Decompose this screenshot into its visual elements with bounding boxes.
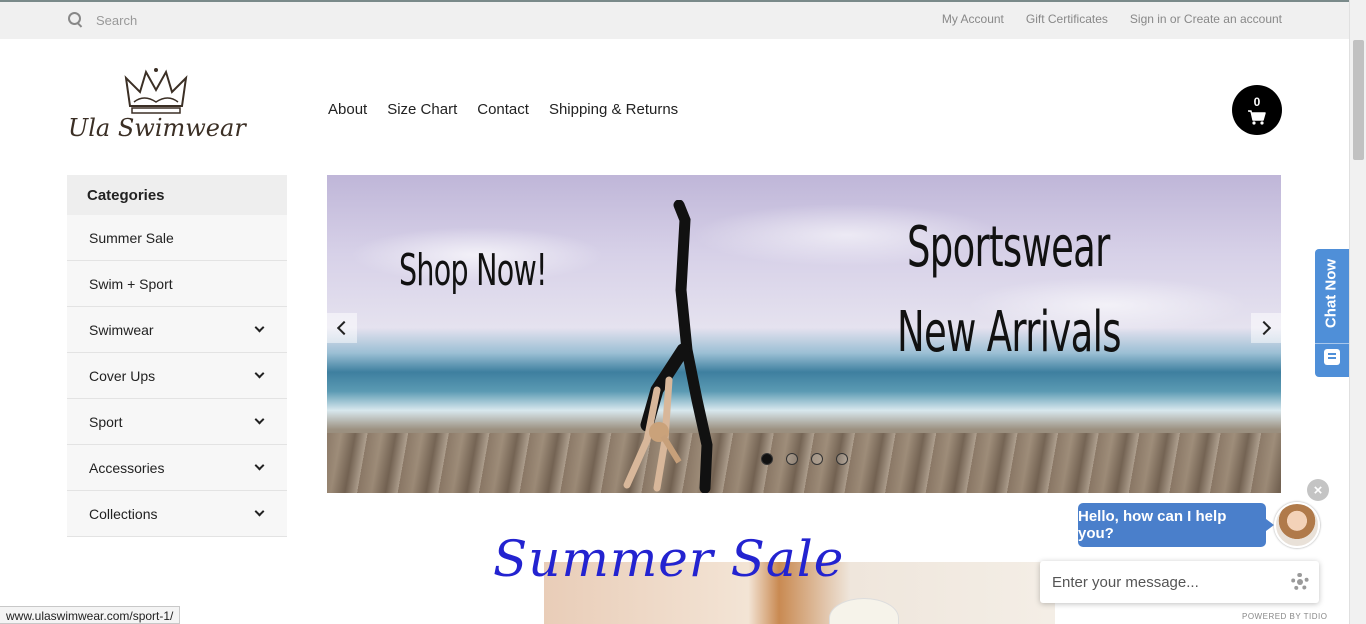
shopping-cart-icon <box>1248 109 1266 125</box>
my-account-link[interactable]: My Account <box>942 12 1004 26</box>
powered-by-tidio[interactable]: POWERED BY TIDIO <box>1242 612 1328 621</box>
slider-dot-4[interactable] <box>836 453 848 465</box>
close-chat-button[interactable]: × <box>1307 479 1329 501</box>
category-label: Accessories <box>89 459 165 476</box>
category-summer-sale[interactable]: Summer Sale <box>67 215 287 261</box>
site-logo[interactable]: Ula Swimwear <box>68 66 248 146</box>
page-scrollbar[interactable] <box>1349 0 1366 624</box>
account-links: My Account Gift Certificates Sign in or … <box>942 12 1282 26</box>
category-cover-ups[interactable]: Cover Ups <box>67 353 287 399</box>
chevron-down-icon[interactable] <box>254 368 265 379</box>
slider-dot-1[interactable] <box>761 453 773 465</box>
hero-headline-line1: Sportswear <box>907 215 1110 280</box>
chat-now-tab[interactable]: Chat Now <box>1315 249 1349 377</box>
nav-contact[interactable]: Contact <box>477 101 529 118</box>
slider-dot-3[interactable] <box>811 453 823 465</box>
main-navigation: About Size Chart Contact Shipping & Retu… <box>328 101 678 118</box>
category-collections[interactable]: Collections <box>67 491 287 537</box>
crown-icon <box>124 68 188 114</box>
category-label: Summer Sale <box>89 229 174 246</box>
categories-heading: Categories <box>67 175 287 215</box>
category-label: Sport <box>89 413 123 430</box>
chat-message-input[interactable] <box>1052 573 1291 591</box>
hero-headline-line2: New Arrivals <box>897 300 1121 365</box>
category-sport[interactable]: Sport <box>67 399 287 445</box>
chat-message-box <box>1040 561 1319 603</box>
chat-bubble-icon <box>1324 349 1340 365</box>
gear-icon[interactable] <box>1291 573 1309 591</box>
chevron-left-icon <box>336 320 352 336</box>
search-input[interactable] <box>96 12 296 28</box>
chevron-down-icon[interactable] <box>254 460 265 471</box>
category-label: Swim + Sport <box>89 275 173 292</box>
category-label: Swimwear <box>89 321 154 338</box>
slider-dot-2[interactable] <box>786 453 798 465</box>
chat-greeting-bubble[interactable]: Hello, how can I help you? <box>1078 503 1274 547</box>
category-label: Cover Ups <box>89 367 156 384</box>
cart-button[interactable]: 0 <box>1232 85 1282 135</box>
logo-text: Ula Swimwear <box>68 114 246 142</box>
search-bar <box>68 12 296 28</box>
category-label: Collections <box>89 505 158 522</box>
categories-sidebar: Categories Summer Sale Swim + Sport Swim… <box>67 175 287 537</box>
cart-count: 0 <box>1253 94 1261 109</box>
scrollbar-thumb[interactable] <box>1353 40 1364 160</box>
chat-tab-divider <box>1315 343 1349 344</box>
category-swim-sport[interactable]: Swim + Sport <box>67 261 287 307</box>
chevron-down-icon[interactable] <box>254 414 265 425</box>
slider-next-button[interactable] <box>1251 313 1281 343</box>
nav-size-chart[interactable]: Size Chart <box>387 101 457 118</box>
shop-now-text[interactable]: Shop Now! <box>399 245 547 296</box>
chevron-down-icon[interactable] <box>254 506 265 517</box>
gift-certificates-link[interactable]: Gift Certificates <box>1026 12 1108 26</box>
chat-now-label: Chat Now <box>1322 258 1340 329</box>
top-utility-bar: My Account Gift Certificates Sign in or … <box>0 0 1349 39</box>
chevron-right-icon <box>1256 320 1272 336</box>
category-swimwear[interactable]: Swimwear <box>67 307 287 353</box>
hat-image <box>829 598 899 624</box>
chevron-down-icon[interactable] <box>254 322 265 333</box>
slider-prev-button[interactable] <box>327 313 357 343</box>
sign-in-link[interactable]: Sign in or Create an account <box>1130 12 1282 26</box>
chat-agent-avatar[interactable] <box>1274 502 1320 548</box>
summer-sale-title[interactable]: Summer Sale <box>493 530 844 588</box>
hero-slider[interactable]: Shop Now! Sportswear New Arrivals <box>327 175 1281 493</box>
nav-shipping-returns[interactable]: Shipping & Returns <box>549 101 678 118</box>
browser-status-url: www.ulaswimwear.com/sport-1/ <box>0 606 181 624</box>
category-accessories[interactable]: Accessories <box>67 445 287 491</box>
nav-about[interactable]: About <box>328 101 367 118</box>
yoga-figure-image <box>623 200 713 493</box>
search-icon[interactable] <box>68 12 84 28</box>
slider-pagination <box>761 453 848 465</box>
